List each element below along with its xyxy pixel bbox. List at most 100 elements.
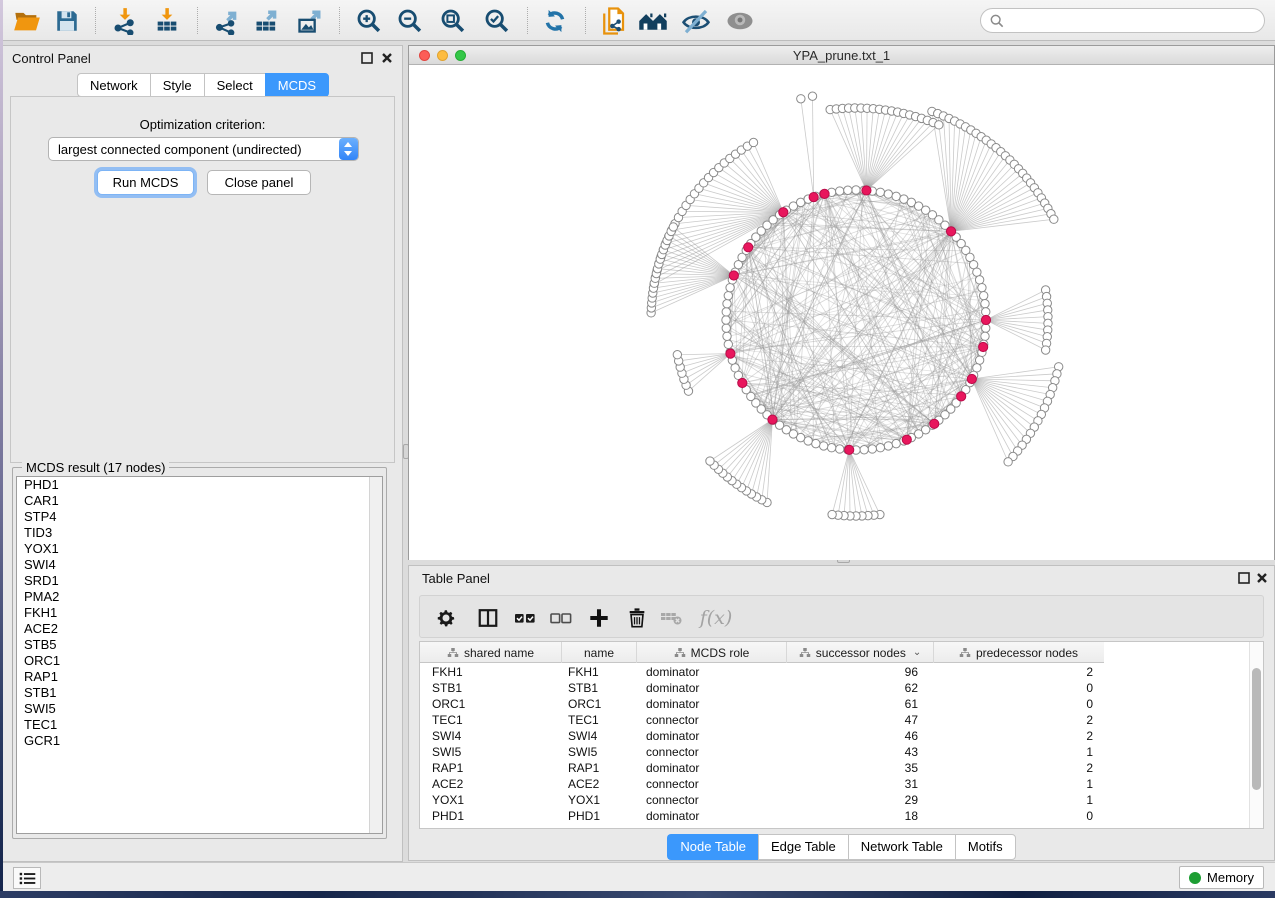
network-node[interactable] [724,291,732,299]
table-row[interactable]: YOX1YOX1connector291 [420,792,1104,808]
column-header-shared-name[interactable]: shared name [420,642,562,663]
delete-table-button[interactable] [658,605,684,631]
search-field[interactable] [980,8,1265,33]
export-network-button[interactable] [211,5,243,37]
mcds-result-item[interactable]: STB5 [17,637,382,653]
network-node[interactable] [828,510,836,518]
network-node[interactable] [797,95,805,103]
network-node[interactable] [981,332,989,340]
export-table-button[interactable] [251,5,283,37]
task-history-button[interactable] [13,867,41,889]
network-node[interactable] [669,223,677,231]
mcds-result-item[interactable]: PMA2 [17,589,382,605]
network-node[interactable] [722,316,730,324]
table-row[interactable]: FKH1FKH1dominator962 [420,664,1104,680]
mcds-hub-node[interactable] [981,315,990,324]
table-row[interactable]: ACE2ACE2connector311 [420,776,1104,792]
table-row[interactable]: ORC1ORC1dominator610 [420,696,1104,712]
deselect-all-columns-button[interactable] [548,605,574,631]
show-graphics-button[interactable] [724,5,756,37]
tab-select[interactable]: Select [204,73,265,97]
mcds-result-item[interactable]: GCR1 [17,733,382,749]
mcds-hub-node[interactable] [809,192,818,201]
mcds-hub-node[interactable] [779,208,788,217]
mcds-result-item[interactable]: ACE2 [17,621,382,637]
network-node[interactable] [852,186,860,194]
import-network-button[interactable] [109,5,141,37]
network-node[interactable] [860,446,868,454]
network-node[interactable] [884,190,892,198]
mcds-hub-node[interactable] [744,243,753,252]
network-node[interactable] [1050,215,1058,223]
float-panel-icon[interactable] [360,51,374,65]
tab-network-table[interactable]: Network Table [848,834,955,860]
network-node[interactable] [812,439,820,447]
column-header-successor-nodes[interactable]: successor nodes ⌄ [787,642,934,663]
network-node[interactable] [724,340,732,348]
mcds-result-item[interactable]: STB1 [17,685,382,701]
mcds-hub-node[interactable] [967,374,976,383]
create-column-button[interactable] [586,605,612,631]
mcds-result-item[interactable]: CAR1 [17,493,382,509]
tab-network[interactable]: Network [77,73,150,97]
mcds-result-item[interactable]: TID3 [17,525,382,541]
mcds-hub-node[interactable] [930,419,939,428]
tab-motifs[interactable]: Motifs [955,834,1016,860]
table-scrollbar[interactable] [1249,642,1263,828]
mcds-result-item[interactable]: STP4 [17,509,382,525]
network-node[interactable] [868,445,876,453]
home-button[interactable] [637,5,669,37]
network-node[interactable] [726,283,734,291]
table-settings-button[interactable] [433,605,459,631]
mcds-hub-node[interactable] [726,349,735,358]
table-row[interactable]: PHD1PHD1dominator180 [420,808,1104,824]
mcds-hub-node[interactable] [957,392,966,401]
close-panel-button[interactable]: Close panel [207,170,311,195]
network-node[interactable] [978,283,986,291]
network-node[interactable] [1004,458,1012,466]
function-builder-button[interactable]: f(x) [696,605,736,631]
network-node[interactable] [935,121,943,129]
network-node[interactable] [975,276,983,284]
network-node[interactable] [749,138,757,146]
network-node[interactable] [723,332,731,340]
network-node[interactable] [884,442,892,450]
mcds-result-item[interactable]: SWI4 [17,557,382,573]
mcds-result-item[interactable]: SWI5 [17,701,382,717]
mcds-hub-node[interactable] [845,445,854,454]
network-node[interactable] [876,443,884,451]
network-node[interactable] [876,188,884,196]
close-table-panel-icon[interactable] [1255,571,1269,585]
network-node[interactable] [722,308,730,316]
mcds-hub-node[interactable] [862,186,871,195]
network-node[interactable] [975,356,983,364]
export-image-button[interactable] [294,5,326,37]
network-node[interactable] [722,324,730,332]
network-node[interactable] [973,268,981,276]
network-node[interactable] [836,187,844,195]
mcds-result-item[interactable]: RAP1 [17,669,382,685]
mcds-list-scrollbar[interactable] [369,477,382,833]
network-node[interactable] [981,300,989,308]
table-scrollbar-thumb[interactable] [1252,668,1261,790]
network-node[interactable] [673,351,681,359]
table-row[interactable]: RAP1RAP1dominator352 [420,760,1104,776]
network-node[interactable] [706,457,714,465]
delete-column-button[interactable] [624,605,650,631]
mcds-result-item[interactable]: FKH1 [17,605,382,621]
mcds-result-item[interactable]: PHD1 [17,477,382,493]
mcds-result-item[interactable]: ORC1 [17,653,382,669]
column-header-predecessor-nodes[interactable]: predecessor nodes [934,642,1103,663]
network-node[interactable] [731,364,739,372]
zoom-out-button[interactable] [394,5,426,37]
mcds-hub-node[interactable] [738,378,747,387]
close-panel-icon[interactable] [380,51,394,65]
network-node[interactable] [982,308,990,316]
mcds-hub-node[interactable] [820,189,829,198]
mcds-hub-node[interactable] [902,435,911,444]
table-row[interactable]: SWI4SWI4dominator462 [420,728,1104,744]
mcds-hub-node[interactable] [768,415,777,424]
open-session-button[interactable] [11,5,43,37]
column-header-name[interactable]: name [562,642,637,663]
network-node[interactable] [892,192,900,200]
